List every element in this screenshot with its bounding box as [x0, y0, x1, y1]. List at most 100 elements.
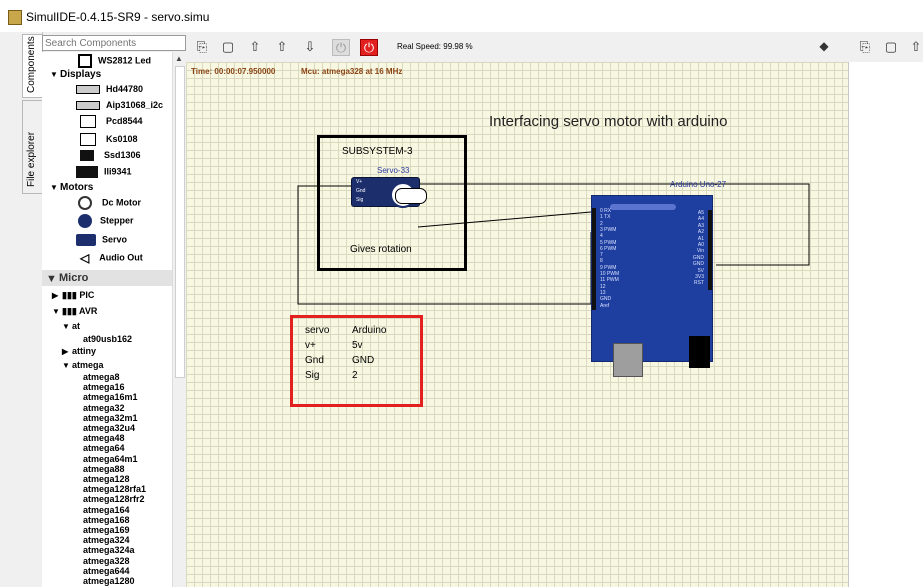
list-item[interactable]: Dc Motor: [78, 196, 141, 210]
power-on-icon[interactable]: ⏻: [360, 39, 378, 56]
category-avr[interactable]: ▼ ▮▮▮ AVR: [52, 306, 97, 317]
list-item[interactable]: atmega64m1: [83, 454, 138, 464]
list-item[interactable]: Ili9341: [76, 166, 132, 178]
lcd-icon: [76, 101, 100, 111]
list-item[interactable]: atmega644: [83, 566, 130, 576]
save-icon[interactable]: ⇧: [274, 39, 290, 54]
power-off-icon[interactable]: ⏻: [332, 39, 350, 56]
scroll-thumb[interactable]: [175, 66, 185, 378]
arduino-board[interactable]: 0 RX 1 TX 2 3 PWM 4 5 PWM 6 PWM 7 8 9 PWM 10 PWM 11…: [591, 195, 713, 377]
pin-label: 12: [600, 283, 606, 290]
list-item[interactable]: atmega16m1: [83, 392, 138, 402]
screen-icon: [80, 115, 96, 128]
list-item[interactable]: Pcd8544: [76, 115, 143, 128]
rotation-label: Gives rotation: [350, 244, 412, 255]
chevron-down-icon: ▼: [50, 70, 58, 79]
list-item[interactable]: atmega32m1: [83, 413, 138, 423]
chip-icon: ▮▮▮: [62, 306, 77, 316]
subsystem-title: SUBSYSTEM-3: [342, 146, 413, 157]
list-item[interactable]: atmega128: [83, 474, 130, 484]
list-item[interactable]: atmega32u4: [83, 423, 135, 433]
pin-mapping-box: servo Arduino v+ 5v Gnd GND Sig 2: [290, 315, 423, 407]
pin-label: 3V3: [695, 274, 704, 280]
list-item[interactable]: Ks0108: [76, 133, 138, 146]
tft-icon: [76, 166, 98, 178]
pin-label: GND: [692, 254, 704, 261]
servo-pin-gnd: Gnd: [356, 188, 366, 194]
list-item[interactable]: atmega32: [83, 403, 125, 413]
list-item[interactable]: Aip31068_i2c: [76, 100, 163, 111]
list-item[interactable]: ◁ Audio Out: [80, 251, 143, 265]
tree-scrollbar[interactable]: ▲: [172, 52, 185, 587]
chevron-down-icon: ▼: [50, 183, 58, 192]
new-circuit-icon-2[interactable]: ⎘: [857, 39, 873, 54]
list-item[interactable]: atmega168: [83, 515, 130, 525]
category-atmega[interactable]: ▼ atmega: [62, 360, 104, 370]
table-cell: v+: [305, 340, 316, 351]
category-motors[interactable]: ▼ Motors: [50, 182, 93, 193]
table-cell: 2: [352, 370, 358, 381]
board-logo: [610, 204, 676, 210]
right-header: [708, 210, 712, 290]
scroll-up-icon[interactable]: ▲: [175, 54, 183, 63]
circuit-canvas[interactable]: Time: 00:00:07.950000 Mcu: atmega328 at …: [186, 62, 848, 587]
pin-label: 5 PWM: [600, 239, 617, 246]
chevron-down-icon: ▼: [62, 322, 70, 331]
diamond-icon[interactable]: ◆: [816, 39, 832, 54]
list-item[interactable]: atmega128rfr2: [83, 494, 145, 504]
list-item[interactable]: atmega48: [83, 433, 125, 443]
pin-label: 6 PWM: [600, 245, 617, 252]
app-icon: [8, 10, 22, 25]
category-pic[interactable]: ▶ ▮▮▮ PIC: [52, 290, 94, 301]
pin-label: A1: [697, 235, 704, 242]
list-item[interactable]: Servo: [76, 234, 127, 246]
list-item[interactable]: atmega169: [83, 525, 130, 535]
new-file-icon[interactable]: ▢: [220, 39, 236, 54]
open-icon-2[interactable]: ⇧: [908, 39, 923, 54]
pin-label: 0 RX: [600, 208, 612, 214]
category-at[interactable]: ▼ at: [62, 321, 80, 331]
new-circuit-icon[interactable]: ⎘: [194, 39, 210, 54]
list-item[interactable]: atmega8: [83, 372, 120, 382]
category-micro[interactable]: ▼ Micro: [42, 270, 172, 286]
new-file-icon-2[interactable]: ▢: [883, 39, 899, 54]
pin-label: 1 TX: [600, 214, 611, 221]
list-item[interactable]: atmega164: [83, 505, 130, 515]
list-item[interactable]: atmega324a: [83, 545, 135, 555]
open-icon[interactable]: ⇧: [247, 39, 263, 54]
list-item[interactable]: atmega328: [83, 556, 130, 566]
lcd-icon: [76, 85, 100, 95]
tab-components[interactable]: Components: [22, 34, 43, 98]
window-title: SimulIDE-0.4.15-SR9 - servo.simu: [26, 10, 210, 24]
list-item[interactable]: atmega324: [83, 535, 130, 545]
list-item[interactable]: Hd44780: [76, 84, 143, 95]
chip-icon: ▮▮▮: [62, 290, 77, 300]
save-as-icon[interactable]: ⇩: [302, 39, 318, 54]
table-cell: GND: [352, 355, 375, 366]
servo-horn: [395, 188, 427, 204]
list-item[interactable]: Stepper: [78, 214, 134, 228]
tab-file-explorer[interactable]: File explorer: [22, 100, 43, 194]
list-item[interactable]: atmega88: [83, 464, 125, 474]
table-cell: Gnd: [305, 355, 324, 366]
list-item[interactable]: atmega128rfa1: [83, 484, 146, 494]
component-tree: WS2812 Led ▼ Displays Hd44780 Aip31068_i2…: [42, 52, 172, 587]
list-item[interactable]: atmega16: [83, 382, 125, 392]
category-attiny[interactable]: ▶ attiny: [62, 346, 96, 356]
list-item[interactable]: Ssd1306: [76, 150, 141, 162]
list-item[interactable]: WS2812 Led: [78, 54, 151, 68]
chevron-right-icon: ▶: [62, 347, 69, 356]
pin-label: GND: [692, 261, 704, 268]
table-header-servo: servo: [305, 325, 330, 336]
category-displays[interactable]: ▼ Displays: [50, 69, 101, 80]
servo-pin-vplus: V+: [356, 179, 363, 185]
pin-label: 10 PWM: [600, 271, 620, 277]
list-item[interactable]: atmega64: [83, 443, 125, 453]
search-input[interactable]: [42, 35, 186, 51]
pin-label: 2: [600, 220, 603, 227]
pin-label: A3: [697, 222, 704, 229]
list-item[interactable]: at90usb162: [83, 334, 132, 344]
list-item[interactable]: atmega1280: [83, 576, 135, 586]
pin-label: GND: [600, 296, 612, 303]
pin-label: 3 PWM: [600, 226, 617, 233]
